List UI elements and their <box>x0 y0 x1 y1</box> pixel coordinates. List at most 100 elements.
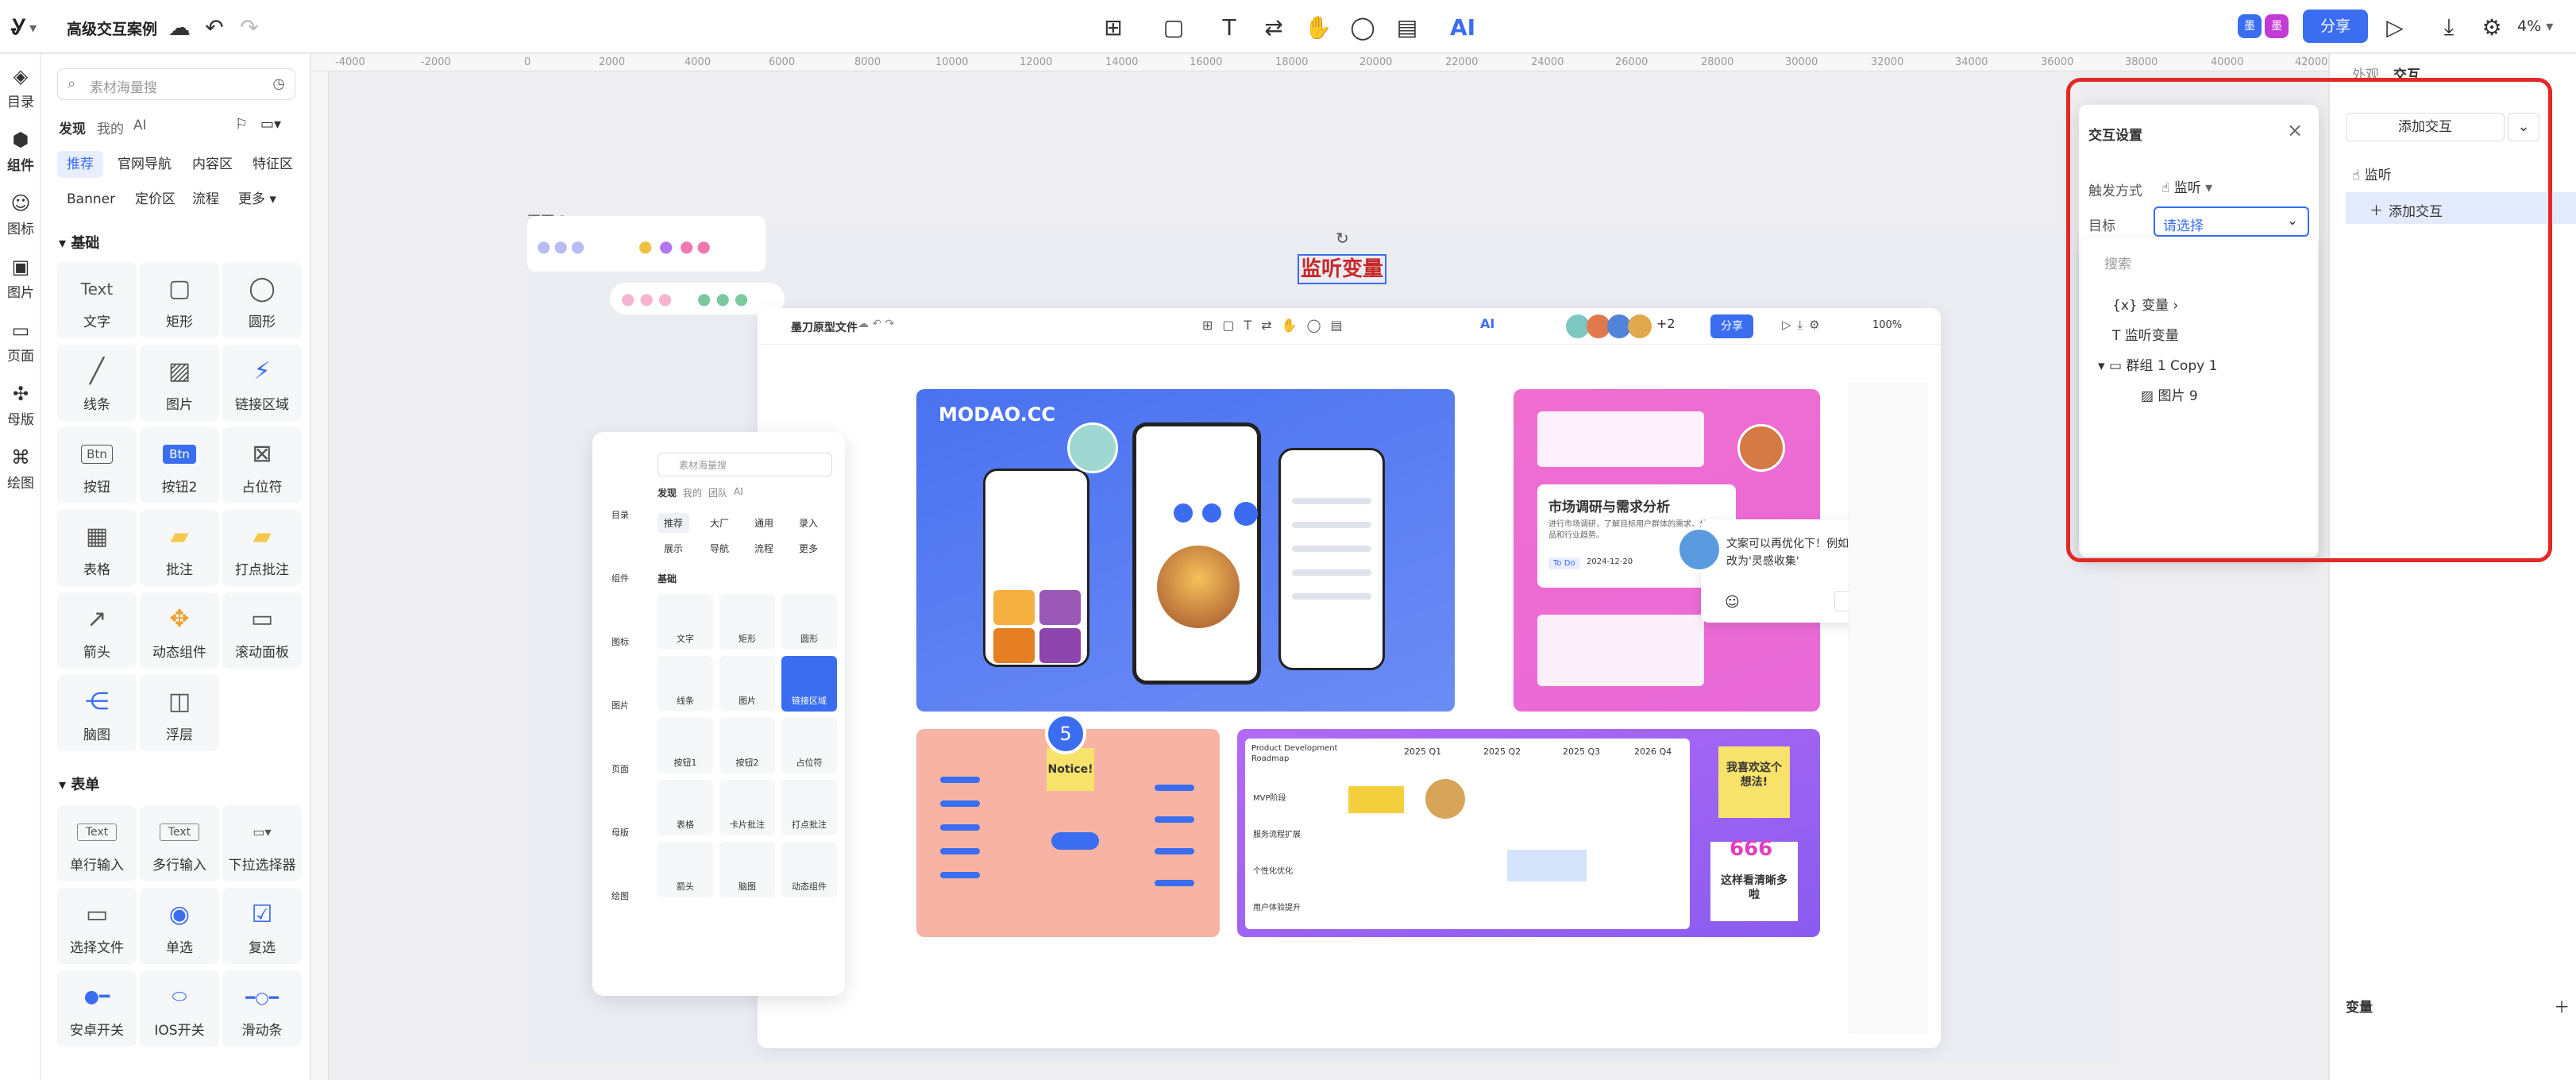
mindmap-icon: ⋲ <box>85 688 109 716</box>
mockup-library-panel: 目录 组件 图标 图片 页面 母版 绘图 素材海量搜 发现 我的 团队 AI 推… <box>592 432 845 996</box>
component-checkbox[interactable]: ☑ 复选 <box>222 888 302 964</box>
play-icon[interactable]: ▷ <box>2381 13 2409 41</box>
settings-sliders-icon[interactable]: ⚙ <box>2478 13 2506 41</box>
component-button[interactable]: Btn 按钮 <box>57 427 137 503</box>
rail-item-draw[interactable]: ⌘ 绘图 <box>0 446 41 492</box>
redo-icon[interactable]: ↷ <box>235 13 264 41</box>
chip-nav[interactable]: 官网导航 <box>108 151 181 178</box>
search-input[interactable]: 素材海量搜 <box>90 76 157 96</box>
tab-mine: 我的 <box>683 488 703 499</box>
mini-inspector <box>1849 383 1928 1034</box>
section-basic[interactable]: ▾ 基础 <box>59 232 99 253</box>
grid-tile: 文字 <box>657 594 713 650</box>
tab-ai[interactable]: AI <box>133 118 147 133</box>
bookmark-icon[interactable]: ⚐ <box>235 116 248 133</box>
market-date: 2024-12-20 <box>1587 557 1633 566</box>
component-android-switch[interactable]: ●━ 安卓开关 <box>57 970 137 1047</box>
rail-item-images[interactable]: ▣ 图片 <box>0 256 41 301</box>
chip-more[interactable]: 更多 ▾ <box>229 186 286 213</box>
food-thumb <box>993 590 1035 625</box>
component-dot-note[interactable]: ▰ 打点批注 <box>222 510 302 586</box>
history-icon[interactable]: ◷ <box>272 75 285 92</box>
market-tag: To Do <box>1548 557 1580 569</box>
chip-recommend[interactable]: 推荐 <box>57 151 103 178</box>
ruler-tick: 36000 <box>2041 56 2074 68</box>
document-title[interactable]: 高级交互案例 <box>67 17 157 39</box>
text-tool-icon[interactable]: T <box>1215 13 1244 41</box>
listen-variable-label[interactable]: 监听变量 <box>1298 254 1386 284</box>
rail-item-pages[interactable]: ▭ 页面 <box>0 319 41 364</box>
swatch-dots: ●● <box>680 237 714 256</box>
component-radio[interactable]: ◉ 单选 <box>140 888 219 964</box>
connector-tool-icon[interactable]: ⇄ <box>1259 13 1288 41</box>
swatch-dot: ● <box>638 237 653 256</box>
component-scroll-panel[interactable]: ▭ 滚动面板 <box>222 592 302 669</box>
component-dropdown[interactable]: ▭▾ 下拉选择器 <box>222 805 302 881</box>
rail-item-master[interactable]: ✣ 母版 <box>0 383 41 428</box>
chip-pricing[interactable]: 定价区 <box>125 186 185 213</box>
overlay-icon: ◫ <box>168 688 191 716</box>
rail-item-icons[interactable]: ☺ 图标 <box>0 192 41 237</box>
add-frame-icon[interactable]: ⊞ <box>1099 13 1128 41</box>
component-dynamic[interactable]: ✥ 动态组件 <box>140 592 219 669</box>
emoji-icon: ☺ <box>1725 594 1740 611</box>
rotate-handle-icon[interactable]: ↻ <box>1336 229 1349 248</box>
tab-discover[interactable]: 发现 <box>59 118 86 137</box>
swatch-dots: ●●● <box>621 289 677 308</box>
component-placeholder[interactable]: ⊠ 占位符 <box>222 427 302 503</box>
component-single-input[interactable]: Text 单行输入 <box>57 805 137 881</box>
component-overlay[interactable]: ◫ 浮层 <box>140 675 219 751</box>
component-link-area[interactable]: ⚡ 链接区域 <box>222 345 302 421</box>
component-table[interactable]: ▦ 表格 <box>57 510 137 586</box>
rail-item-directory[interactable]: ◈ 目录 <box>0 65 41 110</box>
component-line[interactable]: ╱ 线条 <box>57 345 137 421</box>
component-note[interactable]: ▰ 批注 <box>140 510 219 586</box>
section-form[interactable]: ▾ 表单 <box>59 773 99 794</box>
layout-toggle-icon[interactable]: ▭▾ <box>260 116 281 133</box>
ai-tool-icon[interactable]: AI <box>1448 13 1477 41</box>
tab-mine[interactable]: 我的 <box>97 118 124 137</box>
component-multi-input[interactable]: Text 多行输入 <box>140 805 219 881</box>
component-arrow[interactable]: ↗ 箭头 <box>57 592 137 669</box>
rail-item-components[interactable]: ⬢ 组件 <box>0 129 41 174</box>
color-swatch-card: ●●● ● ● ●● <box>527 216 765 272</box>
component-rectangle[interactable]: ▢ 矩形 <box>140 262 219 338</box>
roadmap-table: Product Development Roadmap 2025 Q1 2025… <box>1245 739 1690 929</box>
chip-content[interactable]: 内容区 <box>183 151 242 178</box>
avatar[interactable]: 墨 <box>2238 14 2262 38</box>
component-mindmap[interactable]: ⋲ 脑图 <box>57 675 137 751</box>
avatar[interactable]: 墨 <box>2265 14 2289 38</box>
arrow-icon: ↗ <box>87 605 107 633</box>
undo-icon[interactable]: ↶ <box>200 13 229 41</box>
chip-feature[interactable]: 特征区 <box>243 151 303 178</box>
chip-flow[interactable]: 流程 <box>183 186 229 213</box>
ruler-tick: 14000 <box>1105 56 1139 68</box>
note-tool-icon[interactable]: ▤ <box>1393 13 1421 41</box>
phone-mockup <box>1278 448 1385 670</box>
chip-banner[interactable]: Banner <box>57 186 125 213</box>
hand-tool-icon[interactable]: ✋ <box>1304 13 1332 41</box>
chip: 通用 <box>754 518 774 529</box>
design-canvas[interactable]: 页面 3 ●●● ● ● ●● ●●● ●●● ↻ 监听变量 墨刀原型文件 ☁ … <box>311 54 2328 1080</box>
swatch-dots: ●●● <box>697 289 754 308</box>
share-button[interactable]: 分享 <box>2303 10 2368 43</box>
zoom-level[interactable]: 4% ▾ <box>2517 17 2553 35</box>
rectangle-tool-icon[interactable]: ▢ <box>1159 13 1188 41</box>
logo-menu[interactable]: Ꮍ ▾ <box>11 16 37 40</box>
component-button2[interactable]: Btn 按钮2 <box>140 427 219 503</box>
comment-tool-icon[interactable]: ◯ <box>1348 13 1377 41</box>
cloud-sync-icon: ☁ <box>168 14 191 40</box>
component-text[interactable]: Text 文字 <box>57 262 137 338</box>
grid-tile: 图片 <box>719 656 775 712</box>
component-file-picker[interactable]: ▭ 选择文件 <box>57 888 137 964</box>
mockup-window[interactable]: 墨刀原型文件 ☁ ↶ ↷ ⊞▢T⇄✋◯▤ AI +2 分享 ▷⤓⚙ 100% M… <box>758 308 1941 1048</box>
component-ios-switch[interactable]: ⬭ IOS开关 <box>140 970 219 1047</box>
component-image[interactable]: ▨ 图片 <box>140 345 219 421</box>
download-icon[interactable]: ⤓ <box>2435 13 2463 41</box>
add-variable-icon[interactable]: ＋ <box>2554 994 2570 1017</box>
library-search[interactable]: ⌕ 素材海量搜 ◷ <box>57 68 295 100</box>
component-circle[interactable]: ◯ 圆形 <box>222 262 302 338</box>
component-slider[interactable]: ━○━ 滑动条 <box>222 970 302 1047</box>
ruler-tick: 10000 <box>935 56 969 68</box>
ruler-tick: -4000 <box>335 56 365 68</box>
